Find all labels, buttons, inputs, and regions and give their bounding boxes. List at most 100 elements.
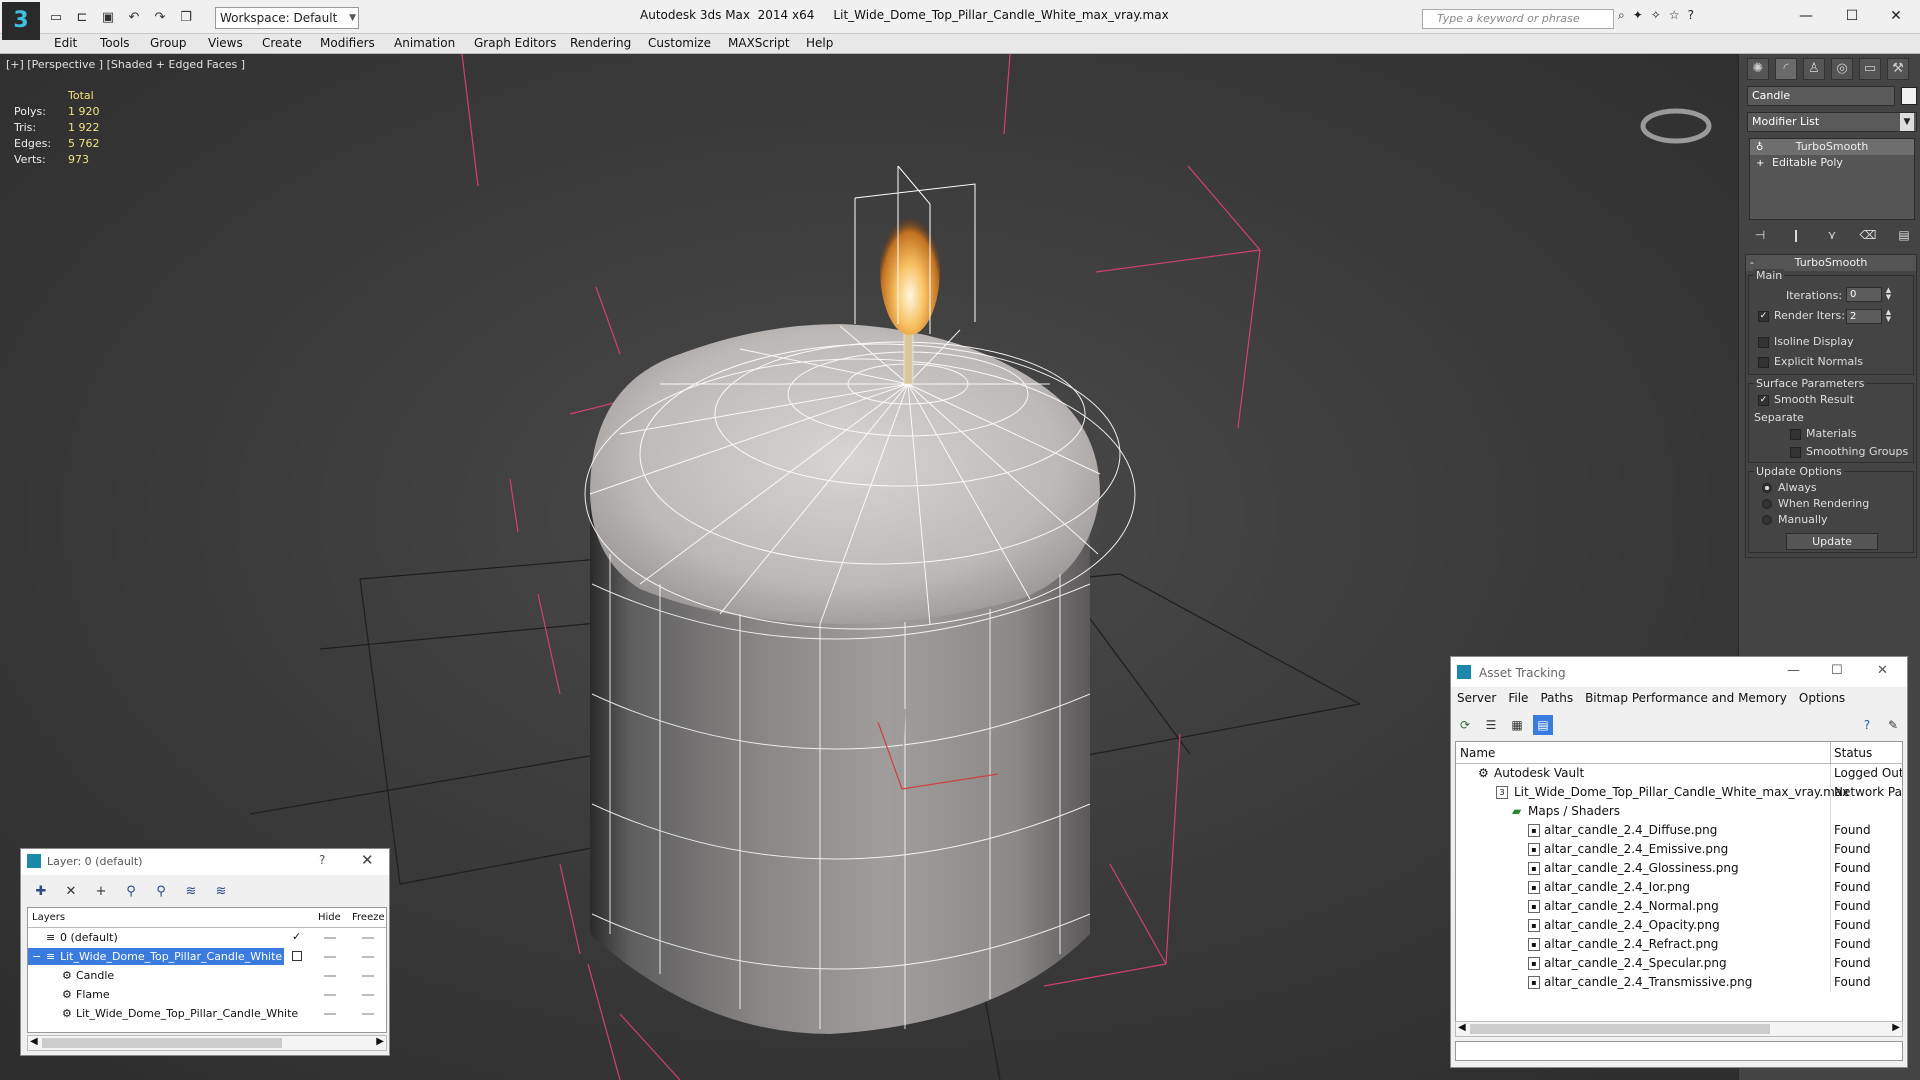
- layer-row[interactable]: ≡ 0 (default) ✓: [28, 928, 386, 947]
- spinner-arrows-icon[interactable]: ▲ ▼: [1884, 287, 1893, 302]
- freeze-toggle[interactable]: [362, 937, 374, 939]
- close-icon[interactable]: ✕: [1877, 663, 1888, 678]
- col-freeze[interactable]: Freeze: [352, 912, 385, 923]
- workspace-dropdown[interactable]: Workspace: Default ▼: [215, 7, 359, 29]
- layer-row-selected[interactable]: − ≡ Lit_Wide_Dome_Top_Pillar_Candle_White: [28, 947, 386, 966]
- render-iters-checkbox[interactable]: ✓: [1758, 311, 1769, 322]
- menu-help[interactable]: Help: [806, 36, 833, 50]
- binoculars-icon[interactable]: ⌕: [1618, 8, 1625, 23]
- update-when-rendering-radio[interactable]: [1762, 499, 1772, 509]
- create-tab-icon[interactable]: ✺: [1747, 58, 1769, 80]
- modify-tab-icon[interactable]: ◜: [1775, 58, 1797, 80]
- display-tab-icon[interactable]: ▭: [1859, 58, 1881, 80]
- menu-graph-editors[interactable]: Graph Editors: [474, 36, 556, 50]
- active-layer-box[interactable]: [292, 951, 302, 961]
- menu-views[interactable]: Views: [208, 36, 243, 50]
- asset-row[interactable]: 3 Lit_Wide_Dome_Top_Pillar_Candle_White_…: [1456, 783, 1902, 802]
- scroll-left-icon[interactable]: ◀: [1458, 1022, 1466, 1033]
- stack-item-editable-poly[interactable]: + Editable Poly: [1750, 155, 1914, 171]
- asset-row[interactable]: ⚙ Autodesk Vault Logged Out: [1456, 764, 1902, 783]
- hide-toggle[interactable]: [324, 1013, 336, 1015]
- asset-menu-options[interactable]: Options: [1799, 691, 1845, 711]
- asset-menu-file[interactable]: File: [1508, 691, 1528, 711]
- col-name[interactable]: Name: [1460, 746, 1495, 760]
- asset-row[interactable]: ▪ altar_candle_2.4_Glossiness.png Found: [1456, 859, 1902, 878]
- pin-stack-icon[interactable]: ⊣: [1749, 226, 1771, 244]
- layer-object-row[interactable]: ⚙ Candle: [28, 966, 386, 985]
- hierarchy-tab-icon[interactable]: ♙: [1803, 58, 1825, 80]
- vault-settings-icon[interactable]: ✎: [1883, 715, 1903, 735]
- hide-toggle[interactable]: [324, 994, 336, 996]
- table-view-icon[interactable]: ▤: [1533, 715, 1553, 735]
- layer-object-row[interactable]: ⚙ Lit_Wide_Dome_Top_Pillar_Candle_White: [28, 1004, 386, 1023]
- iterations-spinner[interactable]: 0: [1846, 287, 1882, 302]
- undo-icon[interactable]: ↶: [124, 8, 144, 28]
- asset-menu-bitmap-performance[interactable]: Bitmap Performance and Memory: [1585, 691, 1787, 711]
- subscription-icon[interactable]: ✦: [1633, 8, 1643, 23]
- smooth-result-checkbox[interactable]: ✓: [1758, 395, 1769, 406]
- asset-row[interactable]: ▪ altar_candle_2.4_Opacity.png Found: [1456, 916, 1902, 935]
- isoline-display-checkbox[interactable]: [1758, 337, 1769, 348]
- asset-menu-server[interactable]: Server: [1457, 691, 1496, 711]
- select-layer-icon[interactable]: ⚲: [151, 883, 171, 901]
- menu-customize[interactable]: Customize: [648, 36, 711, 50]
- communication-icon[interactable]: ✧: [1651, 8, 1661, 23]
- asset-row[interactable]: ▪ altar_candle_2.4_Specular.png Found: [1456, 954, 1902, 973]
- update-button[interactable]: Update: [1786, 533, 1878, 550]
- menu-tools[interactable]: Tools: [100, 36, 130, 50]
- thumbnail-view-icon[interactable]: ▦: [1507, 715, 1527, 735]
- maximize-icon[interactable]: ☐: [1831, 663, 1843, 678]
- asset-row[interactable]: ▪ altar_candle_2.4_Refract.png Found: [1456, 935, 1902, 954]
- add-to-layer-icon[interactable]: +: [91, 883, 111, 901]
- stack-item-turbosmooth[interactable]: ♁ TurboSmooth: [1750, 139, 1914, 155]
- new-file-icon[interactable]: ▭: [46, 8, 66, 28]
- scroll-right-icon[interactable]: ▶: [376, 1036, 384, 1047]
- refresh-icon[interactable]: ⟳: [1455, 715, 1475, 735]
- asset-row[interactable]: ▪ altar_candle_2.4_Ior.png Found: [1456, 878, 1902, 897]
- explicit-normals-checkbox[interactable]: [1758, 357, 1769, 368]
- menu-rendering[interactable]: Rendering: [570, 36, 631, 50]
- minimize-button[interactable]: —: [1784, 2, 1828, 30]
- menu-edit[interactable]: Edit: [54, 36, 77, 50]
- freeze-toggle[interactable]: [362, 994, 374, 996]
- asset-dialog-titlebar[interactable]: Asset Tracking — ☐ ✕: [1451, 657, 1907, 687]
- scroll-left-icon[interactable]: ◀: [30, 1036, 38, 1047]
- scroll-right-icon[interactable]: ▶: [1892, 1022, 1900, 1033]
- col-hide[interactable]: Hide: [318, 912, 341, 923]
- scroll-thumb[interactable]: [1470, 1024, 1770, 1034]
- search-input[interactable]: Type a keyword or phrase: [1422, 9, 1614, 29]
- open-file-icon[interactable]: ⊏: [72, 8, 92, 28]
- menu-group[interactable]: Group: [150, 36, 187, 50]
- lightbulb-icon[interactable]: ♁: [1756, 140, 1763, 156]
- menu-animation[interactable]: Animation: [394, 36, 455, 50]
- asset-row[interactable]: ▪ altar_candle_2.4_Transmissive.png Foun…: [1456, 973, 1902, 992]
- asset-row[interactable]: ▪ altar_candle_2.4_Diffuse.png Found: [1456, 821, 1902, 840]
- help-icon[interactable]: ?: [1688, 8, 1694, 23]
- scroll-thumb[interactable]: [42, 1038, 282, 1048]
- remove-modifier-icon[interactable]: ⌫: [1857, 226, 1879, 244]
- close-icon[interactable]: ✕: [361, 851, 374, 869]
- render-iters-spinner[interactable]: 2: [1846, 309, 1882, 324]
- col-layers[interactable]: Layers: [32, 912, 65, 923]
- new-layer-icon[interactable]: ✚: [31, 883, 51, 901]
- menu-maxscript[interactable]: MAXScript: [728, 36, 790, 50]
- list-view-icon[interactable]: ☰: [1481, 715, 1501, 735]
- col-status[interactable]: Status: [1834, 746, 1872, 760]
- app-menu-button[interactable]: 3: [2, 2, 40, 40]
- active-layer-check-icon[interactable]: ✓: [292, 930, 301, 943]
- menu-create[interactable]: Create: [262, 36, 302, 50]
- separate-smoothing-groups-checkbox[interactable]: [1790, 447, 1801, 458]
- freeze-toggle[interactable]: [362, 1013, 374, 1015]
- project-folder-icon[interactable]: ❐: [176, 8, 196, 28]
- utilities-tab-icon[interactable]: ⚒: [1887, 58, 1909, 80]
- asset-row[interactable]: ▪ altar_candle_2.4_Normal.png Found: [1456, 897, 1902, 916]
- asset-row[interactable]: ▪ altar_candle_2.4_Emissive.png Found: [1456, 840, 1902, 859]
- freeze-toggle[interactable]: [362, 956, 374, 958]
- favorites-star-icon[interactable]: ☆: [1669, 8, 1680, 23]
- menu-modifiers[interactable]: Modifiers: [320, 36, 375, 50]
- hide-toggle[interactable]: [324, 956, 336, 958]
- delete-layer-icon[interactable]: ✕: [61, 883, 81, 901]
- layer-dialog-titlebar[interactable]: Layer: 0 (default) ? ✕: [21, 849, 389, 875]
- set-current-layer-icon[interactable]: ≋: [181, 883, 201, 901]
- configure-sets-icon[interactable]: ▤: [1893, 226, 1915, 244]
